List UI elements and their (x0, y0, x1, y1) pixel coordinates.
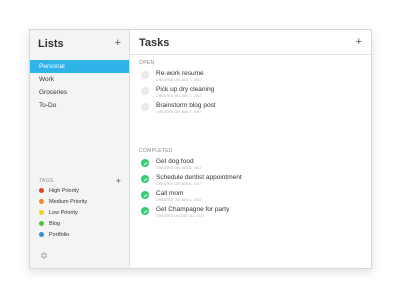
completed-section-label: COMPLETED (139, 148, 173, 154)
plus-icon: + (115, 176, 121, 186)
tag-label: High Priority (49, 187, 79, 194)
checkmark-icon (143, 161, 147, 165)
add-list-button[interactable]: + (115, 37, 121, 49)
task-checkbox[interactable] (141, 87, 149, 95)
plus-icon: + (355, 36, 362, 48)
task-created-date: CREATED ON JAN 8, 2017 (156, 166, 202, 170)
tag-item-high-priority[interactable]: High Priority (39, 185, 87, 196)
header-divider (130, 54, 371, 55)
task-item-completed[interactable]: Schedule dentist appointment CREATED ON … (141, 174, 242, 187)
tag-label: Portfolio (49, 231, 70, 238)
task-created-date: CREATED ON JAN 7, 2017 (156, 94, 202, 98)
task-item-completed[interactable]: Get dog food CREATED ON JAN 8, 2017 (141, 158, 202, 171)
tag-color-dot (39, 221, 44, 226)
task-checkbox-checked[interactable] (141, 207, 149, 215)
task-created-date: CREATED ON JAN 6, 2017 (156, 182, 202, 186)
task-created-date: CREATED ON JAN 7, 2017 (156, 78, 202, 82)
gear-icon (40, 252, 48, 259)
app-window: Lists + Personal Work Groceries To-Do TA… (29, 29, 372, 269)
tasks-panel: Tasks + OPEN Re-work resume CREATED ON J… (130, 30, 371, 268)
tag-label: Low Priority (49, 209, 78, 216)
list-item-todo[interactable]: To-Do (30, 99, 129, 112)
task-title: Schedule dentist appointment (156, 174, 242, 181)
task-item[interactable]: Pick up dry cleaning CREATED ON JAN 7, 2… (141, 86, 214, 99)
task-item-completed[interactable]: Call mom CREATED ON JAN 4, 2017 (141, 190, 202, 203)
settings-button[interactable] (39, 251, 48, 262)
tag-color-dot (39, 210, 44, 215)
tags-list: High Priority Medium Priority Low Priori… (39, 185, 87, 240)
task-checkbox-checked[interactable] (141, 175, 149, 183)
task-created-date: CREATED ON JAN 7, 2017 (156, 110, 202, 114)
task-item[interactable]: Re-work resume CREATED ON JAN 7, 2017 (141, 70, 204, 83)
task-checkbox-checked[interactable] (141, 159, 149, 167)
task-item[interactable]: Brainstorm blog post CREATED ON JAN 7, 2… (141, 102, 216, 115)
plus-icon: + (114, 37, 121, 49)
task-checkbox[interactable] (141, 71, 149, 79)
open-section-label: OPEN (139, 60, 155, 66)
tag-label: Medium Priority (49, 198, 88, 205)
add-tag-button[interactable]: + (116, 176, 121, 186)
task-checkbox[interactable] (141, 103, 149, 111)
add-task-button[interactable]: + (356, 36, 362, 48)
task-created-date: CREATED ON DEC 31, 2017 (156, 214, 205, 218)
checkmark-icon (143, 193, 147, 197)
task-title: Brainstorm blog post (156, 102, 216, 109)
task-title: Get dog food (156, 158, 194, 165)
task-title: Pick up dry cleaning (156, 86, 215, 93)
sidebar-title: Lists (38, 38, 64, 50)
task-title: Re-work resume (156, 70, 204, 77)
task-checkbox-checked[interactable] (141, 191, 149, 199)
tag-label: Blog (49, 220, 61, 227)
task-title: Call mom (156, 190, 184, 197)
sidebar: Lists + Personal Work Groceries To-Do TA… (30, 30, 130, 268)
list-item-personal[interactable]: Personal (30, 60, 129, 73)
tag-color-dot (39, 199, 44, 204)
checkmark-icon (143, 209, 147, 213)
tags-label: TAGS (39, 178, 54, 184)
task-item-completed[interactable]: Get Champagne for party CREATED ON DEC 3… (141, 206, 229, 219)
list-item-groceries[interactable]: Groceries (30, 86, 129, 99)
tag-item-portfolio[interactable]: Portfolio (39, 229, 87, 240)
page-title: Tasks (139, 37, 170, 49)
task-title: Get Champagne for party (156, 206, 230, 213)
tag-color-dot (39, 232, 44, 237)
task-created-date: CREATED ON JAN 4, 2017 (156, 198, 202, 202)
tag-item-blog[interactable]: Blog (39, 218, 87, 229)
tag-item-medium-priority[interactable]: Medium Priority (39, 196, 87, 207)
checkmark-icon (143, 177, 147, 181)
tag-item-low-priority[interactable]: Low Priority (39, 207, 87, 218)
lists-nav: Personal Work Groceries To-Do (30, 60, 129, 112)
list-item-work[interactable]: Work (30, 73, 129, 86)
tag-color-dot (39, 188, 44, 193)
